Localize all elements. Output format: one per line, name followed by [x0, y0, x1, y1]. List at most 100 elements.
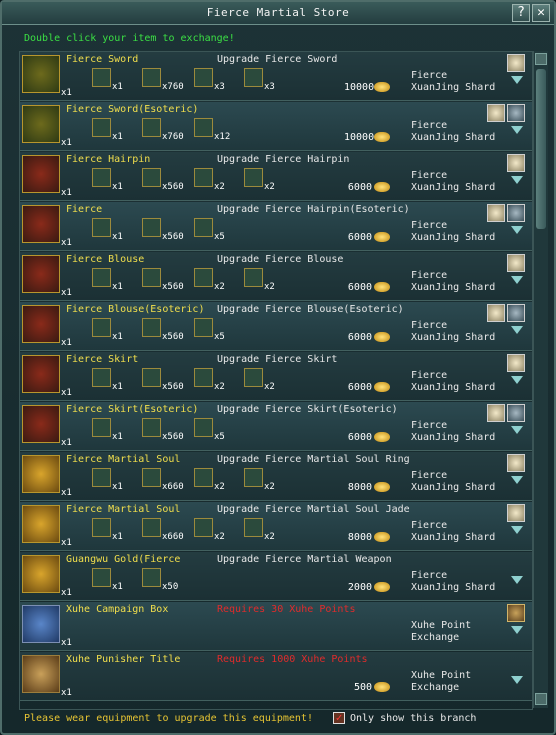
chevron-down-icon[interactable]	[511, 126, 523, 134]
fierce-sword-esoteric-icon[interactable]	[22, 105, 60, 143]
material-icon[interactable]	[142, 518, 161, 537]
material-icon[interactable]	[244, 518, 263, 537]
material-icon[interactable]	[92, 368, 111, 387]
martial-soul-ring-icon[interactable]	[22, 455, 60, 493]
store-row[interactable]: x1 Xuhe Punisher Title Requires 1000 Xuh…	[20, 652, 532, 701]
title-bar[interactable]: Fierce Martial Store ? ✕	[2, 2, 554, 25]
material-icon[interactable]	[244, 68, 263, 87]
material-icon[interactable]	[92, 468, 111, 487]
store-row[interactable]: x1 Fierce Blouse Upgrade Fierce Blouse x…	[20, 252, 532, 301]
fierce-hairpin-esoteric-icon[interactable]	[22, 205, 60, 243]
scroll-icon[interactable]	[507, 254, 525, 272]
fierce-sword-icon[interactable]	[22, 55, 60, 93]
material-icon[interactable]	[142, 168, 161, 187]
list-scrollbar[interactable]	[533, 51, 548, 708]
store-row[interactable]: x1 Fierce Upgrade Fierce Hairpin(Esoteri…	[20, 202, 532, 251]
material-icon[interactable]	[142, 468, 161, 487]
scroll-icon[interactable]	[487, 204, 505, 222]
material-icon[interactable]	[142, 568, 161, 587]
chevron-down-icon[interactable]	[511, 276, 523, 284]
branch-filter-label[interactable]: Only show this branch	[350, 713, 476, 724]
material-icon[interactable]	[92, 518, 111, 537]
fierce-skirt-esoteric-icon[interactable]	[22, 405, 60, 443]
material-icon[interactable]	[194, 118, 213, 137]
material-icon[interactable]	[92, 268, 111, 287]
store-row[interactable]: x1 Fierce Hairpin Upgrade Fierce Hairpin…	[20, 152, 532, 201]
scroll-up-arrow[interactable]	[535, 53, 547, 65]
store-row[interactable]: x1 Fierce Skirt Upgrade Fierce Skirt x1 …	[20, 352, 532, 401]
material-icon[interactable]	[244, 368, 263, 387]
scroll-thumb[interactable]	[536, 69, 546, 229]
store-row[interactable]: x1 Xuhe Campaign Box Requires 30 Xuhe Po…	[20, 602, 532, 651]
material-icon[interactable]	[194, 318, 213, 337]
scroll-icon[interactable]	[487, 104, 505, 122]
material-icon[interactable]	[142, 68, 161, 87]
store-row[interactable]: x1 Fierce Martial Soul Upgrade Fierce Ma…	[20, 452, 532, 501]
material-icon[interactable]	[194, 168, 213, 187]
upgrade-icon[interactable]	[507, 104, 525, 122]
material-icon[interactable]	[142, 418, 161, 437]
material-icon[interactable]	[92, 118, 111, 137]
scroll-icon[interactable]	[507, 454, 525, 472]
chevron-down-icon[interactable]	[511, 476, 523, 484]
scroll-icon[interactable]	[507, 154, 525, 172]
material-icon[interactable]	[244, 268, 263, 287]
guangwu-gold-icon[interactable]	[22, 555, 60, 593]
chevron-down-icon[interactable]	[511, 76, 523, 84]
fierce-blouse-esoteric-icon[interactable]	[22, 305, 60, 343]
material-icon[interactable]	[194, 268, 213, 287]
box-icon[interactable]	[507, 604, 525, 622]
material-icon[interactable]	[194, 218, 213, 237]
upgrade-icon[interactable]	[507, 304, 525, 322]
punisher-title-icon[interactable]	[22, 655, 60, 693]
material-icon[interactable]	[142, 268, 161, 287]
material-icon[interactable]	[92, 168, 111, 187]
store-row[interactable]: x1 Fierce Blouse(Esoteric) Upgrade Fierc…	[20, 302, 532, 351]
material-icon[interactable]	[194, 368, 213, 387]
material-icon[interactable]	[194, 68, 213, 87]
help-button[interactable]: ?	[512, 4, 530, 22]
chevron-down-icon[interactable]	[511, 326, 523, 334]
material-icon[interactable]	[142, 218, 161, 237]
scroll-icon[interactable]	[507, 504, 525, 522]
chevron-down-icon[interactable]	[511, 176, 523, 184]
scroll-icon[interactable]	[507, 54, 525, 72]
material-icon[interactable]	[194, 418, 213, 437]
fierce-hairpin-icon[interactable]	[22, 155, 60, 193]
fierce-blouse-icon[interactable]	[22, 255, 60, 293]
chevron-down-icon[interactable]	[511, 226, 523, 234]
martial-soul-jade-icon[interactable]	[22, 505, 60, 543]
fierce-skirt-icon[interactable]	[22, 355, 60, 393]
store-row[interactable]: x1 Fierce Sword(Esoteric) x1 x760 x12 10…	[20, 102, 532, 151]
store-row[interactable]: x1 Fierce Skirt(Esoteric) Upgrade Fierce…	[20, 402, 532, 451]
scroll-down-arrow[interactable]	[535, 693, 547, 705]
chevron-down-icon[interactable]	[511, 426, 523, 434]
scroll-icon[interactable]	[487, 404, 505, 422]
material-icon[interactable]	[194, 518, 213, 537]
material-icon[interactable]	[244, 168, 263, 187]
chevron-down-icon[interactable]	[511, 526, 523, 534]
close-button[interactable]: ✕	[532, 4, 550, 22]
scroll-icon[interactable]	[507, 354, 525, 372]
material-icon[interactable]	[142, 368, 161, 387]
chevron-down-icon[interactable]	[511, 676, 523, 684]
material-icon[interactable]	[142, 118, 161, 137]
store-row[interactable]: x1 Fierce Sword Upgrade Fierce Sword x1 …	[20, 52, 532, 101]
material-icon[interactable]	[194, 468, 213, 487]
store-row[interactable]: x1 Fierce Martial Soul Upgrade Fierce Ma…	[20, 502, 532, 551]
store-row[interactable]: x1 Guangwu Gold(Fierce Upgrade Fierce Ma…	[20, 552, 532, 601]
material-icon[interactable]	[92, 568, 111, 587]
chevron-down-icon[interactable]	[511, 576, 523, 584]
scroll-icon[interactable]	[487, 304, 505, 322]
material-icon[interactable]	[92, 418, 111, 437]
material-icon[interactable]	[244, 468, 263, 487]
material-icon[interactable]	[92, 68, 111, 87]
upgrade-icon[interactable]	[507, 204, 525, 222]
branch-filter-checkbox[interactable]: ✓	[333, 712, 345, 724]
material-icon[interactable]	[142, 318, 161, 337]
material-icon[interactable]	[92, 318, 111, 337]
upgrade-icon[interactable]	[507, 404, 525, 422]
material-icon[interactable]	[92, 218, 111, 237]
chevron-down-icon[interactable]	[511, 626, 523, 634]
chevron-down-icon[interactable]	[511, 376, 523, 384]
